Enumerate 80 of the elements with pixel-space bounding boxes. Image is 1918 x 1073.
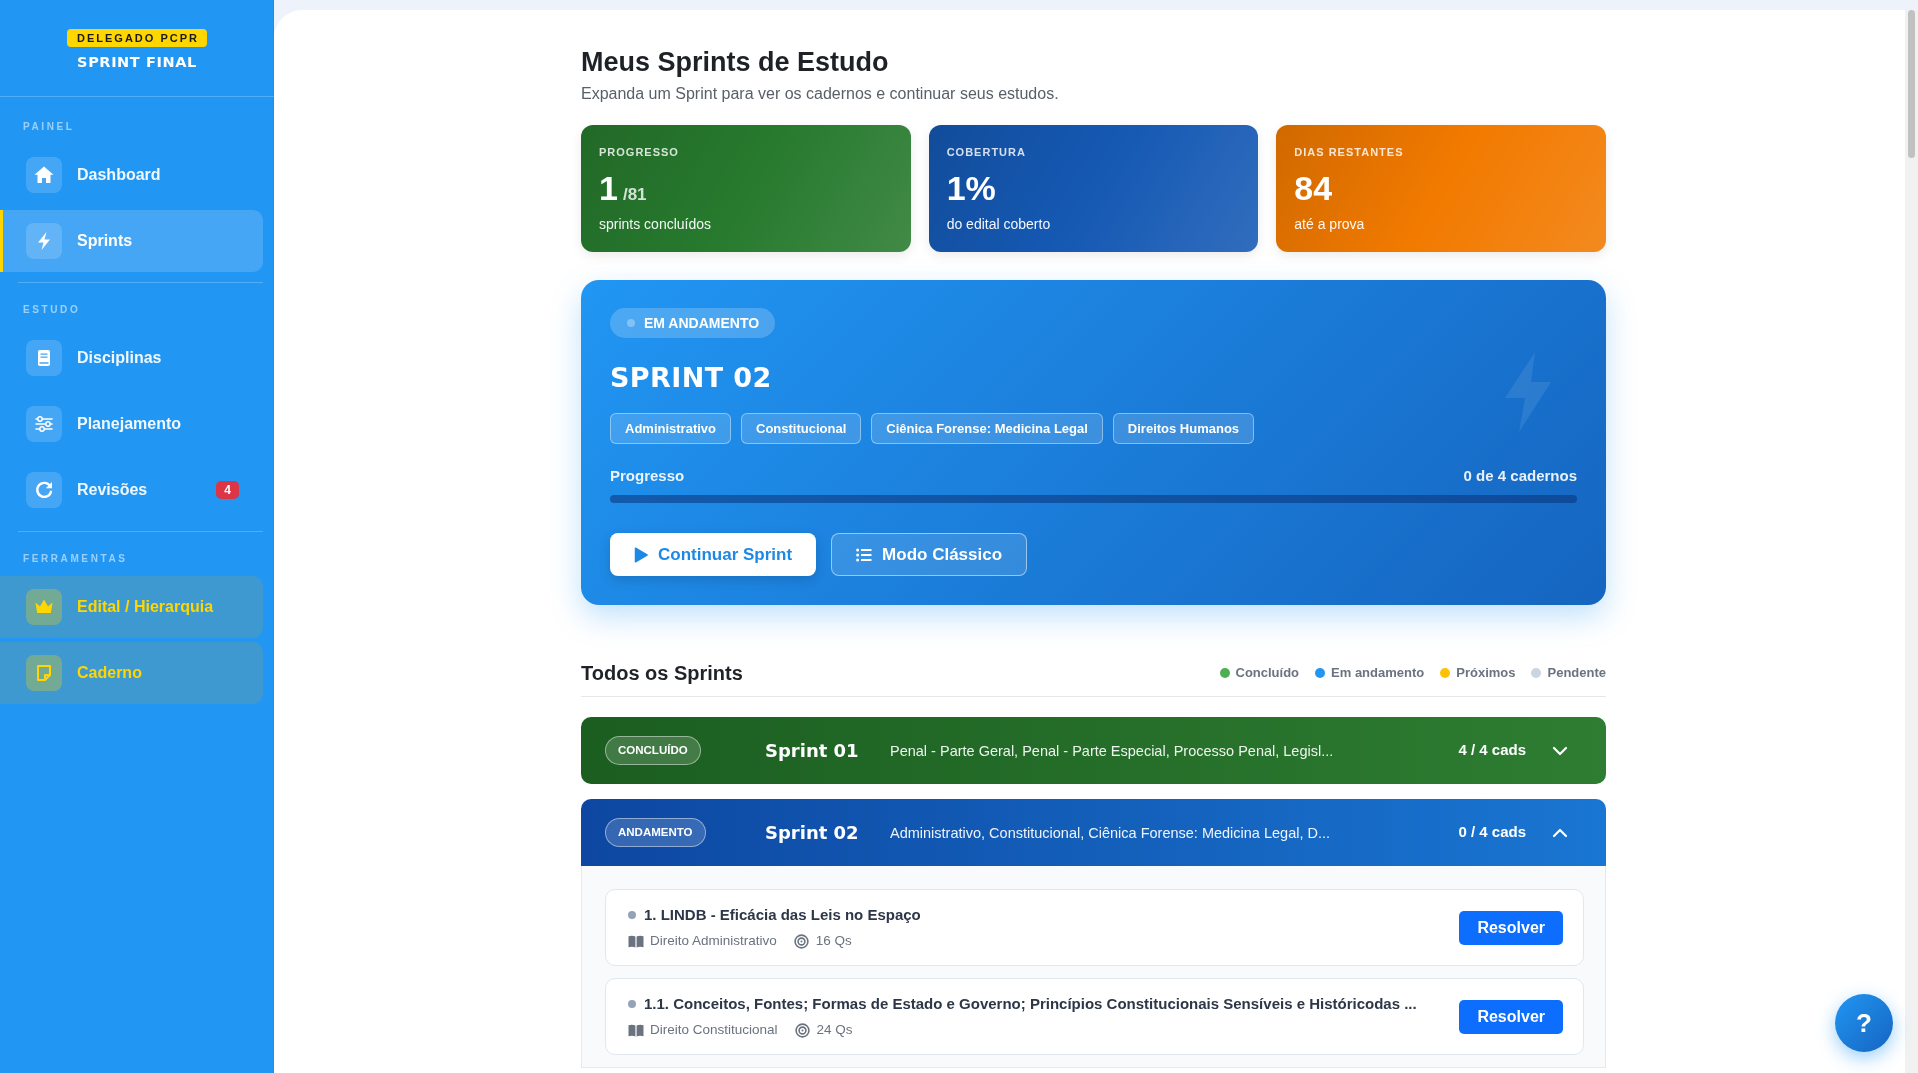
page-subtitle: Expanda um Sprint para ver os cadernos e continuar seus estudos. [581,84,1060,104]
open-book-icon [628,934,644,948]
stat-label: DIAS RESTANTES [1294,145,1405,159]
stat-unit: /81 [622,184,647,206]
sprint-name: Sprint 01 [765,740,859,761]
sticky-note-icon [26,655,62,691]
sliders-icon [26,406,62,442]
stat-label: PROGRESSO [599,145,680,159]
play-icon [634,546,648,563]
subject-tag: Direitos Humanos [1112,413,1255,444]
target-icon [793,933,809,949]
notebook-count: 4 / 4 cads [1458,740,1526,761]
question-count: 16 Qs [815,932,852,950]
home-icon [26,157,62,193]
continue-button[interactable]: Continuar Sprint [610,533,817,576]
crown-icon [26,589,62,625]
sidebar-item-label: Revisões [77,480,148,500]
notebook-subject: Direito Constitucional [650,1021,778,1039]
sprint-row[interactable]: CONCLUÍDO Sprint 01 Penal - Parte Geral, Penal - Parte Especial, Processo Penal, Legisl... 4 / 4 cads [581,717,1606,784]
stat-caption: do edital coberto [946,215,1052,233]
stat-caption: até a prova [1294,215,1366,233]
stat-value: 1% [946,168,996,208]
subject-tag: Administrativo [610,413,731,444]
question-count: 24 Qs [816,1021,853,1039]
section-heading: ESTUDO [22,303,82,317]
scrollbar-thumb[interactable] [1908,10,1915,158]
list-icon [856,547,873,562]
notebook-subject: Direito Administrativo [650,932,777,950]
notebook-title: 1.1. Conceitos, Fontes; Formas de Estado e Governo; Princípios Constitucionais Sensíveis e Históricodas ... [644,994,1417,1014]
subject-tag: Ciênica Forense: Medicina Legal [871,413,1103,444]
subject-tag: Constitucional [741,413,862,444]
progress-label: Progresso [610,466,685,486]
progress-text: 0 de 4 cadernos [1463,466,1577,486]
sidebar-item-label: Sprints [77,231,133,251]
page-title: Meus Sprints de Estudo [581,46,890,79]
notebook-count: 0 / 4 cads [1458,822,1526,843]
target-icon [794,1022,810,1038]
stat-label: COBERTURA [946,145,1027,159]
resolve-button[interactable]: Resolver [1459,999,1563,1034]
section-title: Todos os Sprints [581,661,743,686]
sidebar-item-label: Caderno [77,663,142,683]
stat-value: 84 [1294,168,1333,208]
resolve-button[interactable]: Resolver [1459,910,1563,945]
dot-icon [627,319,635,327]
sprint-subjects: Administrativo, Constitucional, Ciênica Forense: Medicina Legal, D... [890,824,1331,841]
status-badge: CONCLUÍDO [605,736,701,765]
book-icon [26,340,62,376]
sprint-title: SPRINT 02 [610,361,773,395]
classic-mode-button[interactable]: Modo Clássico [831,533,1028,576]
sidebar-item[interactable]: Edital / Hierarquia [0,576,263,638]
sidebar-item-label: Edital / Hierarquia [77,597,214,617]
notebook-title: 1. LINDB - Eficácia das Leis no Espaço [644,905,921,925]
sidebar-item-label: Planejamento [77,414,182,434]
sidebar-item[interactable]: Sprints [0,210,263,272]
sidebar-item-label: Disciplinas [77,348,162,368]
sidebar-item[interactable]: Caderno [0,642,263,704]
legend-label: Em andamento [1331,664,1425,683]
sprint-subjects: Penal - Parte Geral, Penal - Parte Especial, Processo Penal, Legisl... [890,742,1334,759]
section-heading: PAINEL [22,120,76,134]
sprint-name: Sprint 02 [765,822,859,843]
legend-label: Pendente [1547,664,1606,683]
stat-value: 1 [599,168,618,208]
sidebar-item[interactable]: Revisões 4 [26,472,239,508]
brand-title: SPRINT FINAL [77,53,197,71]
stat-caption: sprints concluídos [599,215,713,233]
lightning-icon [26,223,62,259]
sidebar-item-label: Dashboard [77,165,161,185]
open-book-icon [628,1023,644,1037]
count-badge: 4 [216,481,239,499]
section-heading: FERRAMENTAS [22,552,129,566]
sidebar-item[interactable]: Planejamento [26,406,182,442]
sidebar-item[interactable]: Dashboard [26,157,161,193]
status-badge: ANDAMENTO [605,818,706,847]
legend-label: Concluído [1235,664,1300,683]
legend-label: Próximos [1456,664,1516,683]
sidebar-item[interactable]: Disciplinas [26,340,162,376]
sprint-row[interactable]: ANDAMENTO Sprint 02 Administrativo, Constitucional, Ciênica Forense: Medicina Legal, D... 0 / 4 cads [581,799,1606,866]
refresh-icon [26,472,62,508]
brand-badge: DELEGADO PCPR [67,29,207,47]
status-badge: EM ANDAMENTO [610,308,776,338]
